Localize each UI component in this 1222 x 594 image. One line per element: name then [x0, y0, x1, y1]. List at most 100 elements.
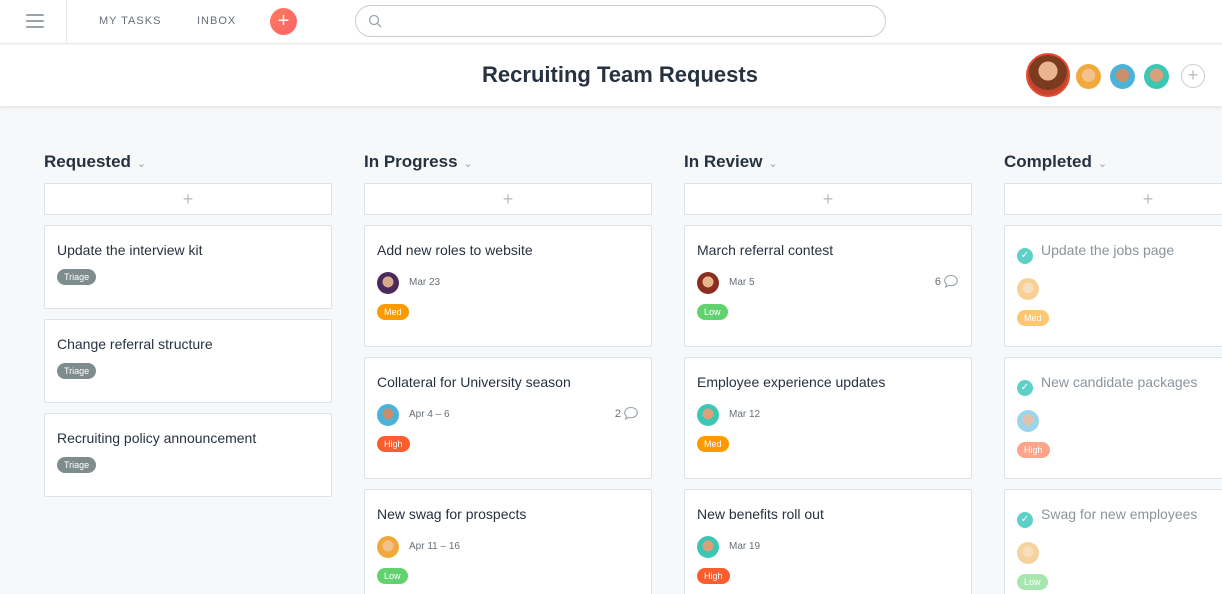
search-icon	[368, 14, 382, 28]
task-meta: Apr 11 – 16	[377, 536, 639, 558]
due-date[interactable]: Mar 12	[729, 409, 760, 420]
column-title: In Progress	[364, 152, 458, 171]
avatar[interactable]	[1076, 64, 1101, 89]
avatar[interactable]	[1144, 64, 1169, 89]
avatar[interactable]	[377, 404, 399, 426]
task-meta: Mar 19	[697, 536, 959, 558]
comment-count[interactable]: 6	[935, 274, 959, 289]
task-title: Employee experience updates	[697, 374, 886, 390]
search-input[interactable]	[390, 12, 870, 30]
column-title: Completed	[1004, 152, 1092, 171]
tag-badge: Low	[377, 568, 408, 584]
avatar[interactable]	[1017, 278, 1039, 300]
tag-badge: Med	[697, 436, 729, 452]
column-title: In Review	[684, 152, 763, 171]
avatar[interactable]	[697, 404, 719, 426]
task-title: Add new roles to website	[377, 242, 533, 258]
task-meta: Mar 12	[697, 404, 959, 426]
nav-inbox[interactable]: INBOX	[197, 15, 236, 27]
tag-badge: Triage	[57, 269, 97, 285]
task-title: New swag for prospects	[377, 506, 527, 522]
column-header[interactable]: In Review ⌄	[684, 140, 972, 183]
tag-badge: High	[1017, 442, 1050, 458]
chevron-down-icon[interactable]: ⌄	[1098, 158, 1107, 170]
task-card[interactable]: Update the interview kit Triage	[44, 225, 332, 309]
add-task-button[interactable]: +	[364, 183, 652, 215]
task-card[interactable]: Recruiting policy announcement Triage	[44, 413, 332, 497]
project-header: Recruiting Team Requests +	[0, 45, 1222, 106]
task-meta: Apr 4 – 6 2	[377, 404, 639, 426]
nav-my-tasks[interactable]: MY TASKS	[99, 15, 161, 27]
tag-badge: Low	[697, 304, 728, 320]
comment-count[interactable]: 2	[615, 406, 639, 421]
due-date[interactable]: Mar 5	[729, 277, 755, 288]
comment-icon	[624, 406, 638, 421]
column-completed: Completed ⌄ + ✓ Update the jobs page Med ✓…	[1004, 140, 1222, 594]
avatar[interactable]	[697, 272, 719, 294]
avatar[interactable]	[1026, 53, 1070, 97]
check-icon[interactable]: ✓	[1017, 512, 1033, 528]
task-title: Update the jobs page	[1041, 242, 1175, 258]
task-card[interactable]: New benefits roll out Mar 19 High	[684, 489, 972, 594]
task-title: New benefits roll out	[697, 506, 824, 522]
task-title: New candidate packages	[1041, 374, 1198, 390]
search-bar[interactable]	[355, 5, 886, 37]
chevron-down-icon[interactable]: ⌄	[768, 158, 777, 170]
task-title: Update the interview kit	[57, 242, 203, 258]
task-title: March referral contest	[697, 242, 834, 258]
avatar[interactable]	[697, 536, 719, 558]
top-bar: MY TASKS INBOX +	[0, 0, 1222, 44]
task-title-row: ✓ New candidate packages	[1017, 374, 1222, 396]
comment-count-value: 6	[934, 276, 941, 288]
task-card[interactable]: ✓ New candidate packages High	[1004, 357, 1222, 479]
quick-add-button[interactable]: +	[270, 8, 297, 35]
check-icon[interactable]: ✓	[1017, 248, 1033, 264]
task-meta	[1017, 542, 1222, 564]
task-card[interactable]: Employee experience updates Mar 12 Med	[684, 357, 972, 479]
task-title-row: ✓ Update the jobs page	[1017, 242, 1222, 264]
task-card[interactable]: March referral contest Mar 5 6 Low	[684, 225, 972, 347]
task-meta: Mar 5 6	[697, 272, 959, 294]
task-card[interactable]: New swag for prospects Apr 11 – 16 Low	[364, 489, 652, 594]
column-header[interactable]: Completed ⌄	[1004, 140, 1222, 183]
avatar[interactable]	[377, 272, 399, 294]
chevron-down-icon[interactable]: ⌄	[137, 158, 146, 170]
tag-badge: Triage	[57, 457, 97, 473]
comment-count-value: 2	[614, 408, 621, 420]
task-title: Collateral for University season	[377, 374, 571, 390]
chevron-down-icon[interactable]: ⌄	[464, 158, 473, 170]
task-card[interactable]: ✓ Swag for new employees Low	[1004, 489, 1222, 594]
board: Requested ⌄ + Update the interview kit Tr…	[44, 140, 1222, 594]
task-title: Swag for new employees	[1041, 506, 1198, 522]
column-title: Requested	[44, 152, 131, 171]
avatar[interactable]	[377, 536, 399, 558]
add-member-button[interactable]: +	[1181, 64, 1205, 88]
due-date[interactable]: Apr 4 – 6	[409, 409, 450, 420]
task-meta	[1017, 410, 1222, 432]
column-header[interactable]: Requested ⌄	[44, 140, 332, 183]
tag-badge: Med	[1017, 310, 1049, 326]
add-task-button[interactable]: +	[1004, 183, 1222, 215]
avatar[interactable]	[1110, 64, 1135, 89]
column-in-progress: In Progress ⌄ + Add new roles to website …	[364, 140, 652, 594]
tag-badge: Low	[1017, 574, 1048, 590]
column-in-review: In Review ⌄ + March referral contest Mar …	[684, 140, 972, 594]
due-date[interactable]: Apr 11 – 16	[409, 541, 460, 552]
due-date[interactable]: Mar 23	[409, 277, 440, 288]
task-meta: Mar 23	[377, 272, 639, 294]
hamburger-icon[interactable]	[26, 14, 44, 28]
task-card[interactable]: Collateral for University season Apr 4 –…	[364, 357, 652, 479]
avatar[interactable]	[1017, 410, 1039, 432]
tag-badge: Triage	[57, 363, 97, 379]
task-card[interactable]: Add new roles to website Mar 23 Med	[364, 225, 652, 347]
due-date[interactable]: Mar 19	[729, 541, 760, 552]
check-icon[interactable]: ✓	[1017, 380, 1033, 396]
task-card[interactable]: ✓ Update the jobs page Med	[1004, 225, 1222, 347]
task-title-row: ✓ Swag for new employees	[1017, 506, 1222, 528]
task-title: Change referral structure	[57, 336, 213, 352]
column-header[interactable]: In Progress ⌄	[364, 140, 652, 183]
add-task-button[interactable]: +	[44, 183, 332, 215]
task-card[interactable]: Change referral structure Triage	[44, 319, 332, 403]
add-task-button[interactable]: +	[684, 183, 972, 215]
avatar[interactable]	[1017, 542, 1039, 564]
